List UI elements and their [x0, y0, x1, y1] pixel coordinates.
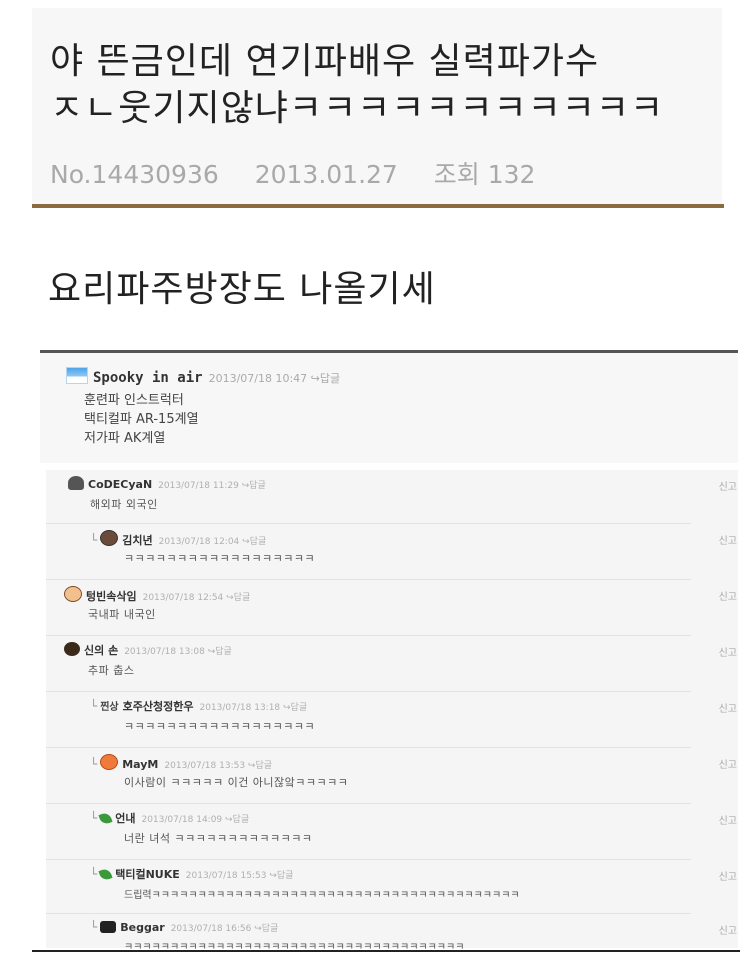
comment-meta[interactable]: 2013/07/18 15:53 ↪답글 [186, 871, 294, 881]
comment-meta[interactable]: 2013/07/18 14:09 ↪답글 [141, 815, 249, 825]
post-title-line1: 야 뜬금인데 연기파배우 실력파가수 [50, 41, 600, 82]
post-date: 2013.01.27 [254, 160, 398, 189]
reply-arrow-icon: └ [90, 920, 98, 934]
comment-nickname[interactable]: Beggar [120, 921, 164, 934]
comment-text: ㅋㅋㅋㅋㅋㅋㅋㅋㅋㅋㅋㅋㅋㅋㅋㅋㅋㅋ [124, 552, 316, 565]
comment-text: 해외파 외국인 [90, 498, 158, 511]
comment-meta[interactable]: 2013/07/18 12:54 ↪답글 [143, 593, 251, 603]
comment-nickname[interactable]: 언내 [115, 812, 135, 825]
comment-text: ㅋㅋㅋㅋㅋㅋㅋㅋㅋㅋㅋㅋㅋㅋㅋㅋㅋㅋ [124, 720, 316, 733]
report-link[interactable]: 신고 [719, 644, 737, 659]
report-link[interactable]: 신고 [719, 812, 737, 827]
comment-row: └ 찐상 호주산청정한우 2013/07/18 13:18 ↪답글 ㅋㅋㅋㅋㅋㅋㅋㅋㅋ… [46, 692, 737, 748]
report-link[interactable]: 신고 [719, 756, 737, 771]
post-header: 야 뜬금인데 연기파배우 실력파가수 ㅈㄴ웃기지않냐ㅋㅋㅋㅋㅋㅋㅋㅋㅋㅋㅋ No… [32, 8, 722, 204]
jjang-badge: 찐상 [100, 702, 119, 713]
comment-nickname[interactable]: CoDECyaN [88, 478, 152, 491]
comment-row: 텅빈속삭임 2013/07/18 12:54 ↪답글 국내파 내국인 신고 [46, 580, 737, 636]
orange-face-icon [100, 754, 119, 770]
post-title-line2: ㅈㄴ웃기지않냐ㅋㅋㅋㅋㅋㅋㅋㅋㅋㅋㅋ [50, 88, 665, 129]
comment-row: └ 김치년 2013/07/18 12:04 ↪답글 ㅋㅋㅋㅋㅋㅋㅋㅋㅋㅋㅋㅋㅋㅋㅋ… [46, 524, 737, 580]
comment-nickname[interactable]: MayM [122, 758, 158, 771]
comment-meta[interactable]: 2013/07/18 11:29 ↪답글 [158, 481, 266, 491]
comment-text-line: 훈련파 인스트럭터 [84, 393, 184, 408]
comment-text-line: 저가파 AK계열 [84, 431, 166, 446]
comment-nickname[interactable]: 호주산청정한우 [123, 700, 194, 713]
comment-text: 드립력ㅋㅋㅋㅋㅋㅋㅋㅋㅋㅋㅋㅋㅋㅋㅋㅋㅋㅋㅋㅋㅋㅋㅋㅋㅋㅋㅋㅋㅋㅋㅋㅋㅋㅋㅋㅋㅋ… [124, 890, 520, 901]
comment-row: CoDECyaN 2013/07/18 11:29 ↪답글 해외파 외국인 신고 [46, 470, 737, 524]
comment-meta[interactable]: 2013/07/18 10:47 ↪답글 [209, 372, 341, 385]
report-link[interactable]: 신고 [719, 588, 737, 603]
post-title: 야 뜬금인데 연기파배우 실력파가수 ㅈㄴ웃기지않냐ㅋㅋㅋㅋㅋㅋㅋㅋㅋㅋㅋ [50, 38, 720, 132]
chat-bubble-icon [100, 921, 117, 933]
reply-arrow-icon: └ [90, 699, 98, 713]
post-number: No.14430936 [50, 160, 219, 189]
reply-arrow-icon: └ [90, 867, 98, 881]
comment-row: 신의 손 2013/07/18 13:08 ↪답글 추파 춥스 신고 [46, 636, 737, 692]
leaf-icon [98, 867, 113, 882]
comment-text: 추파 춥스 [88, 664, 135, 677]
first-comment-panel: Spooky in air 2013/07/18 10:47 ↪답글 훈련파 인스… [40, 350, 738, 463]
comment-meta[interactable]: 2013/07/18 13:08 ↪답글 [124, 647, 232, 657]
face-icon [100, 530, 119, 546]
comment-text: 이사람이 ㅋㅋㅋㅋㅋ 이건 아니잖앜ㅋㅋㅋㅋㅋ [124, 776, 349, 789]
comment-text: 너란 녀석 ㅋㅋㅋㅋㅋㅋㅋㅋㅋㅋㅋㅋㅋ [124, 832, 313, 845]
reply-arrow-icon: └ [90, 811, 98, 825]
report-link[interactable]: 신고 [719, 922, 737, 937]
comment-meta[interactable]: 2013/07/18 13:18 ↪답글 [199, 703, 307, 713]
comment-text-line: 택티컬파 AR-15계열 [84, 412, 199, 427]
report-link[interactable]: 신고 [719, 478, 737, 493]
comment-row: └ 택티컬NUKE 2013/07/18 15:53 ↪답글 드립력ㅋㅋㅋㅋㅋㅋㅋㅋ… [46, 860, 737, 914]
post-views: 조회 132 [433, 160, 536, 189]
post-meta: No.14430936 2013.01.27 조회 132 [50, 155, 563, 191]
comment-nickname[interactable]: 김치년 [122, 534, 152, 547]
curly-hair-icon [64, 642, 80, 656]
comment-row: └ MayM 2013/07/18 13:53 ↪답글 이사람이 ㅋㅋㅋㅋㅋ 이건 … [46, 748, 737, 804]
report-link[interactable]: 신고 [719, 532, 737, 547]
cap-icon [68, 476, 84, 490]
sky-avatar-icon [66, 367, 88, 384]
comment-nickname[interactable]: 택티컬NUKE [115, 868, 180, 881]
leaf-icon [98, 811, 113, 826]
report-link[interactable]: 신고 [719, 700, 737, 715]
header-divider [32, 204, 724, 208]
comment-nickname[interactable]: Spooky in air [93, 370, 203, 386]
bottom-divider [32, 950, 740, 952]
report-link[interactable]: 신고 [719, 868, 737, 883]
comment-text: 국내파 내국인 [88, 608, 156, 621]
comment-nickname[interactable]: 신의 손 [84, 644, 118, 657]
comment-row: └ Beggar 2013/07/18 16:56 ↪답글 ㅋㅋㅋㅋㅋㅋㅋㅋㅋㅋㅋㅋ… [46, 914, 737, 953]
comment-meta[interactable]: 2013/07/18 16:56 ↪답글 [171, 924, 279, 934]
comment-meta[interactable]: 2013/07/18 13:53 ↪답글 [164, 761, 272, 771]
comment-row: └ 언내 2013/07/18 14:09 ↪답글 너란 녀석 ㅋㅋㅋㅋㅋㅋㅋㅋㅋㅋ… [46, 804, 737, 860]
reply-arrow-icon: └ [90, 533, 98, 547]
smile-icon [64, 586, 82, 602]
comment-list-panel: CoDECyaN 2013/07/18 11:29 ↪답글 해외파 외국인 신고 … [46, 470, 738, 953]
post-body: 요리파주방장도 나올기세 [48, 269, 436, 310]
reply-arrow-icon: └ [90, 757, 98, 771]
comment-meta[interactable]: 2013/07/18 12:04 ↪답글 [159, 537, 267, 547]
comment-nickname[interactable]: 텅빈속삭임 [86, 590, 137, 603]
